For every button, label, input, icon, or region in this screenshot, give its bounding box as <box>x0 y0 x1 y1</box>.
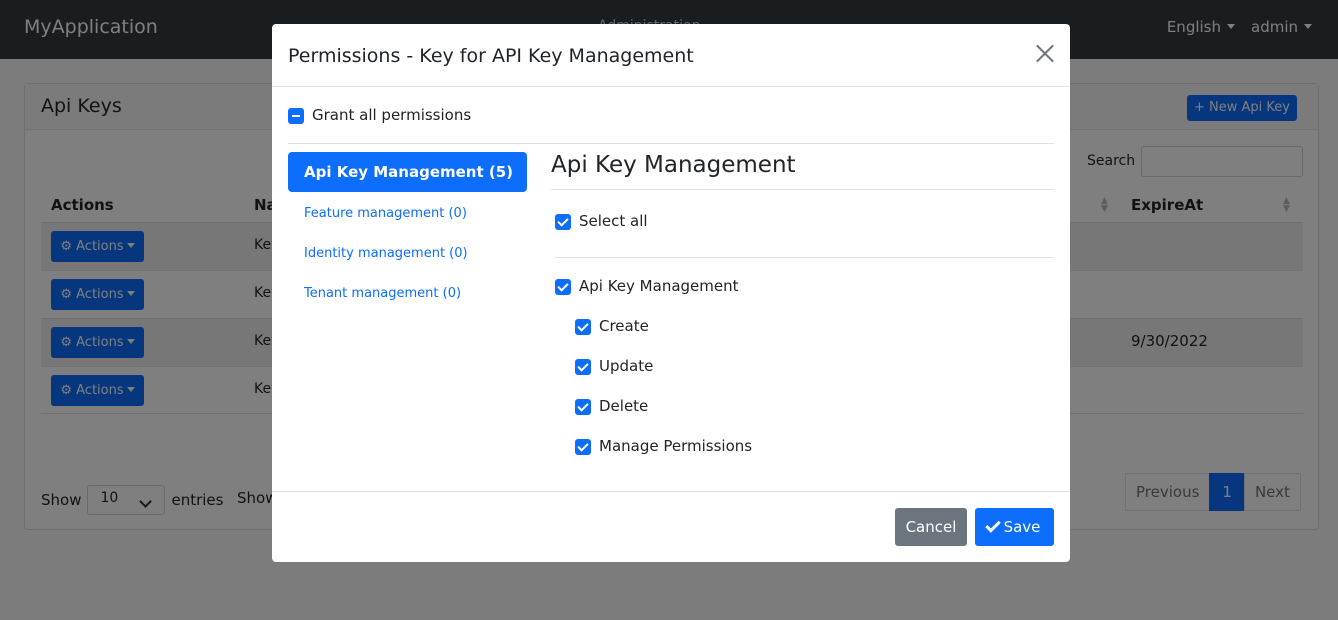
permission-checkbox-create[interactable] <box>575 319 591 335</box>
permission-group-title: Api Key Management <box>551 152 796 178</box>
permission-checkbox-update[interactable] <box>575 359 591 375</box>
divider <box>551 189 1054 190</box>
tab-tenant-management[interactable]: Tenant management (0) <box>288 274 527 314</box>
check-icon <box>984 517 1001 533</box>
permission-label-delete[interactable]: Delete <box>599 397 648 415</box>
modal-footer: Cancel Save <box>272 491 1070 562</box>
permission-checkbox-delete[interactable] <box>575 399 591 415</box>
permission-label-manage-permissions[interactable]: Manage Permissions <box>599 437 752 455</box>
tab-identity-management[interactable]: Identity management (0) <box>288 234 527 274</box>
save-label: Save <box>1003 518 1041 536</box>
select-all-checkbox[interactable] <box>555 214 571 230</box>
permission-checkbox-manage-permissions[interactable] <box>575 439 591 455</box>
permission-label-api-key-management[interactable]: Api Key Management <box>579 277 739 295</box>
modal-title: Permissions - Key for API Key Management <box>288 45 694 67</box>
checkbox-indeterminate-icon[interactable] <box>288 108 304 124</box>
divider <box>555 257 1054 258</box>
permission-label-update[interactable]: Update <box>599 357 653 375</box>
tab-api-key-management[interactable]: Api Key Management (5) <box>288 152 527 192</box>
save-button[interactable]: Save <box>975 508 1054 546</box>
select-all-label[interactable]: Select all <box>579 212 648 230</box>
grant-all-label[interactable]: Grant all permissions <box>312 106 471 124</box>
cancel-button[interactable]: Cancel <box>895 508 967 546</box>
permission-label-create[interactable]: Create <box>599 317 649 335</box>
modal-header: Permissions - Key for API Key Management <box>272 24 1070 87</box>
permissions-modal: Permissions - Key for API Key Management… <box>272 24 1070 562</box>
permission-checkbox-api-key-management[interactable] <box>555 279 571 295</box>
close-icon[interactable] <box>1034 42 1056 64</box>
divider <box>288 143 1054 144</box>
tab-feature-management[interactable]: Feature management (0) <box>288 194 527 234</box>
